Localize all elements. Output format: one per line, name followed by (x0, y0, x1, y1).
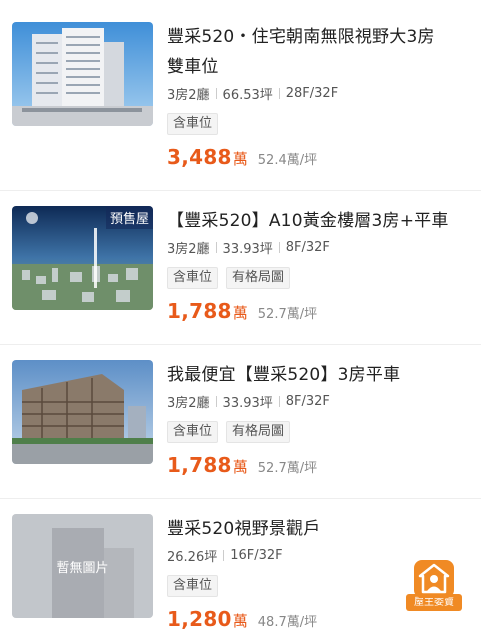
listing-title[interactable]: 我最便宜【豐采520】3房平車 (167, 360, 467, 390)
area-text: 33.93坪 (222, 242, 273, 257)
no-image-label: 暫無圖片 (56, 560, 109, 576)
tag-parking: 含車位 (167, 421, 219, 443)
price-row: 3,488 萬 52.4萬/坪 (167, 145, 467, 169)
presale-badge: 預售屋 (105, 206, 153, 229)
price-unit: 萬 (232, 612, 248, 630)
layout-text: 3房2廳 (167, 242, 210, 257)
price-value: 1,788 (167, 299, 232, 323)
listing-meta: 3房2廳 66.53坪 28F/32F (167, 84, 467, 103)
listing-meta: 3房2廳 33.93坪 8F/32F (167, 392, 467, 411)
listing-meta: 3房2廳 33.93坪 8F/32F (167, 238, 467, 257)
tag-list: 含車位 有格局圖 (167, 421, 467, 443)
listing-photo[interactable] (12, 22, 153, 126)
listing-title[interactable]: 【豐采520】A10黃金樓層3房+平車 (167, 206, 467, 236)
construction-photo (12, 360, 153, 464)
price-value: 3,488 (167, 145, 232, 169)
separator (215, 396, 217, 407)
price-unit: 萬 (232, 458, 248, 476)
floor-text: 28F/32F (285, 86, 339, 101)
floor-text: 8F/32F (285, 394, 330, 409)
divider (0, 498, 481, 499)
tag-parking: 含車位 (167, 267, 219, 289)
price-unit: 萬 (232, 150, 248, 168)
divider (0, 344, 481, 345)
listing-photo[interactable]: 預售屋 (12, 206, 153, 310)
listing-card[interactable]: 我最便宜【豐采520】3房平車 3房2廳 33.93坪 8F/32F 含車位 有… (0, 360, 481, 510)
separator (215, 242, 217, 253)
tag-list: 含車位 (167, 113, 467, 135)
listing-title-cont[interactable]: 雙車位 (167, 52, 467, 82)
price-per-ping: 52.7萬/坪 (257, 307, 318, 322)
price-value: 1,280 (167, 607, 232, 631)
area-text: 66.53坪 (222, 88, 273, 103)
tag-floorplan: 有格局圖 (226, 421, 291, 443)
tag-floorplan: 有格局圖 (226, 267, 291, 289)
separator (278, 242, 280, 253)
separator (278, 88, 280, 99)
separator (278, 396, 280, 407)
price-value: 1,788 (167, 453, 232, 477)
listing-card[interactable]: 預售屋 【豐采520】A10黃金樓層3房+平車 3房2廳 33.93坪 8F/3… (0, 206, 481, 356)
layout-text: 3房2廳 (167, 396, 210, 411)
price-unit: 萬 (232, 304, 248, 322)
price-row: 1,788 萬 52.7萬/坪 (167, 453, 467, 477)
listing-title[interactable]: 豐采520・住宅朝南無限視野大3房 (167, 22, 467, 52)
price-row: 1,788 萬 52.7萬/坪 (167, 299, 467, 323)
area-text: 26.26坪 (167, 550, 218, 565)
separator (215, 88, 217, 99)
price-per-ping: 52.7萬/坪 (257, 461, 318, 476)
floor-text: 16F/32F (230, 548, 283, 563)
layout-text: 3房2廳 (167, 88, 210, 103)
tag-parking: 含車位 (167, 575, 219, 597)
listing-photo[interactable] (12, 360, 153, 464)
price-per-ping: 52.4萬/坪 (257, 153, 318, 168)
floor-text: 8F/32F (285, 240, 330, 255)
listing-card[interactable]: 豐采520・住宅朝南無限視野大3房 雙車位 3房2廳 66.53坪 28F/32… (0, 22, 481, 172)
area-text: 33.93坪 (222, 396, 273, 411)
house-person-icon (414, 560, 454, 598)
separator (223, 550, 225, 561)
price-per-ping: 48.7萬/坪 (257, 615, 318, 630)
listing-title[interactable]: 豐采520視野景觀戶 (167, 514, 467, 544)
owner-listing-badge[interactable]: 屋主委賣 (406, 560, 462, 620)
tag-list: 含車位 有格局圖 (167, 267, 467, 289)
building-photo (12, 22, 153, 126)
divider (0, 190, 481, 191)
listing-photo[interactable]: 暫無圖片 (12, 514, 153, 618)
tag-parking: 含車位 (167, 113, 219, 135)
